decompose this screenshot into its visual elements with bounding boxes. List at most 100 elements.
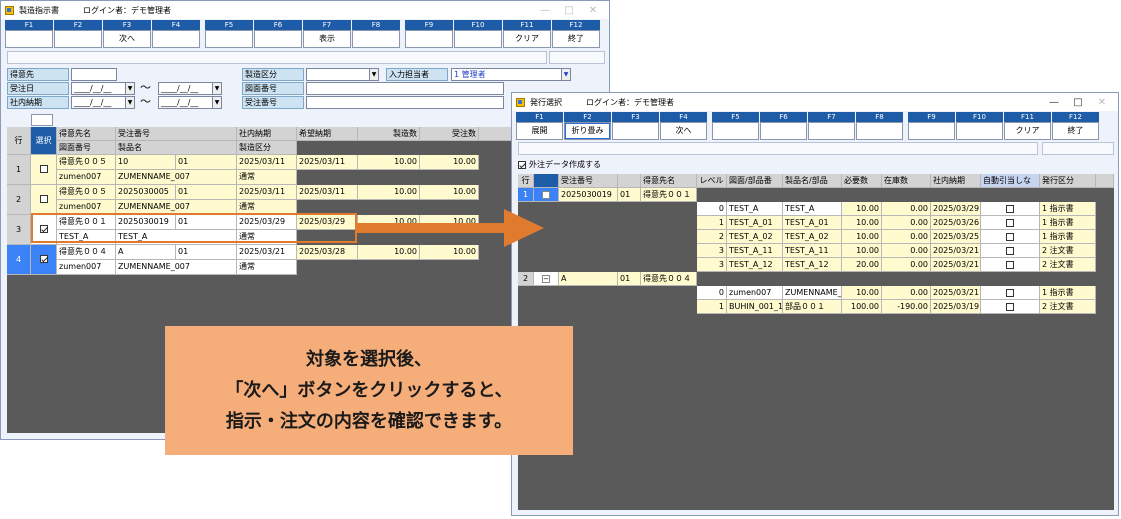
- order-number-input[interactable]: [306, 96, 504, 109]
- issue-type-cell[interactable]: 1 指示書: [1040, 286, 1096, 300]
- issue-type-cell[interactable]: 2 注文書: [1040, 300, 1096, 314]
- fkey-button-1[interactable]: 展開: [516, 122, 563, 140]
- close-icon[interactable]: ✕: [1090, 97, 1114, 108]
- fkey-button-2[interactable]: 折り畳み: [564, 122, 611, 140]
- fkey-4: F4: [152, 20, 200, 48]
- fkey-button-4[interactable]: [152, 30, 200, 48]
- dropdown-arrow-icon[interactable]: ▼: [369, 69, 378, 80]
- empty-cell: [1096, 202, 1114, 216]
- order-date-to[interactable]: ____/__/__ ▼: [158, 82, 222, 95]
- dropdown-arrow-icon[interactable]: ▼: [212, 83, 221, 94]
- auto-allocate-checkbox[interactable]: [1006, 246, 1014, 255]
- fkey-button-3[interactable]: [612, 122, 659, 140]
- fkey-button-8[interactable]: [352, 30, 400, 48]
- fkey-button-11[interactable]: クリア: [503, 30, 551, 48]
- auto-allocate-checkbox[interactable]: [1006, 260, 1014, 269]
- mfg-type-cell: 通常: [237, 260, 297, 275]
- fkey-button-5[interactable]: [712, 122, 759, 140]
- order-number-label: 受注番号: [242, 96, 304, 109]
- collapse-icon[interactable]: −: [542, 190, 550, 199]
- product-part-cell: TEST_A: [783, 202, 842, 216]
- deadline-from[interactable]: ____/__/__ ▼: [71, 96, 135, 109]
- desired-deadline-cell: 2025/03/28: [297, 245, 358, 260]
- header-product-name: 製品名: [116, 141, 237, 155]
- fkey-button-1[interactable]: [5, 30, 53, 48]
- product-part-cell: TEST_A_01: [783, 216, 842, 230]
- select-checkbox[interactable]: [39, 254, 48, 263]
- drawing-number-input[interactable]: [306, 82, 504, 95]
- dropdown-arrow-icon[interactable]: ▼: [212, 97, 221, 108]
- auto-allocate-checkbox[interactable]: [1006, 218, 1014, 227]
- fkey-button-8[interactable]: [856, 122, 903, 140]
- select-cell[interactable]: [31, 245, 57, 275]
- auto-allocate-cell[interactable]: [981, 286, 1040, 300]
- fkey-button-6[interactable]: [760, 122, 807, 140]
- fkey-label: F8: [856, 112, 903, 122]
- fkey-button-9[interactable]: [405, 30, 453, 48]
- mfg-qty-cell: 10.00: [358, 155, 420, 170]
- fkey-button-7[interactable]: 表示: [303, 30, 351, 48]
- header-product-part: 製品名/部品: [783, 174, 842, 188]
- select-checkbox[interactable]: [39, 194, 48, 203]
- auto-allocate-cell[interactable]: [981, 230, 1040, 244]
- function-key-bar: F1 展開 F2 折り畳み F3 F4 次へ F5 F6 F7 F8 F9 F10 F11 クリア F12 終了: [516, 112, 1114, 140]
- issue-type-cell[interactable]: 1 指示書: [1040, 216, 1096, 230]
- fkey-button-12[interactable]: 終了: [1052, 122, 1099, 140]
- dropdown-arrow-icon[interactable]: ▼: [125, 83, 134, 94]
- maximize-icon[interactable]: □: [1066, 97, 1090, 108]
- auto-allocate-cell[interactable]: [981, 244, 1040, 258]
- fkey-1: F1 展開: [516, 112, 563, 140]
- auto-allocate-cell[interactable]: [981, 216, 1040, 230]
- fkey-button-9[interactable]: [908, 122, 955, 140]
- fkey-button-6[interactable]: [254, 30, 302, 48]
- auto-allocate-checkbox[interactable]: [1006, 232, 1014, 241]
- header-drawing-part-no: 図面/部品番: [727, 174, 783, 188]
- issue-type-cell[interactable]: 1 指示書: [1040, 230, 1096, 244]
- order-date-from[interactable]: ____/__/__ ▼: [71, 82, 135, 95]
- auto-allocate-cell[interactable]: [981, 202, 1040, 216]
- fkey-button-12[interactable]: 終了: [552, 30, 600, 48]
- dropdown-arrow-icon[interactable]: ▼: [561, 69, 570, 80]
- fkey-label: F12: [1052, 112, 1099, 122]
- auto-allocate-cell[interactable]: [981, 300, 1040, 314]
- fkey-button-10[interactable]: [454, 30, 502, 48]
- internal-deadline-cell: 2025/03/11: [237, 185, 297, 200]
- fkey-button-4[interactable]: 次へ: [660, 122, 707, 140]
- product-part-cell: ZUMENNAME_00: [783, 286, 842, 300]
- auto-allocate-cell[interactable]: [981, 258, 1040, 272]
- branch-cell: 01: [176, 185, 237, 200]
- external-order-option[interactable]: 外注データ作成する: [518, 159, 601, 170]
- fkey-button-11[interactable]: クリア: [1004, 122, 1051, 140]
- dropdown-arrow-icon[interactable]: ▼: [125, 97, 134, 108]
- all-on-button[interactable]: [31, 114, 53, 126]
- input-staff-select[interactable]: 1 管理者 ▼: [451, 68, 571, 81]
- select-cell[interactable]: [31, 155, 57, 185]
- deadline-to[interactable]: ____/__/__ ▼: [158, 96, 222, 109]
- select-checkbox[interactable]: [39, 164, 48, 173]
- expand-cell[interactable]: −: [534, 188, 559, 202]
- header-row-no: 行: [7, 127, 31, 155]
- issue-type-cell[interactable]: 2 注文書: [1040, 258, 1096, 272]
- fkey-button-2[interactable]: [54, 30, 102, 48]
- issue-type-cell[interactable]: 2 注文書: [1040, 244, 1096, 258]
- collapse-icon[interactable]: −: [542, 274, 550, 283]
- fkey-button-3[interactable]: 次へ: [103, 30, 151, 48]
- auto-allocate-checkbox[interactable]: [1006, 302, 1014, 311]
- fkey-button-7[interactable]: [808, 122, 855, 140]
- fkey-button-5[interactable]: [205, 30, 253, 48]
- manufacturing-type-select[interactable]: ▼: [306, 68, 379, 81]
- external-order-checkbox[interactable]: [518, 160, 526, 169]
- fkey-label: F2: [54, 20, 102, 30]
- expand-cell[interactable]: −: [534, 272, 559, 286]
- fkey-group: F1 展開 F2 折り畳み F3 F4 次へ: [516, 112, 707, 140]
- issue-type-cell[interactable]: 1 指示書: [1040, 202, 1096, 216]
- minimize-icon[interactable]: —: [1042, 97, 1066, 108]
- fkey-button-10[interactable]: [956, 122, 1003, 140]
- select-cell[interactable]: [31, 185, 57, 215]
- empty-cell: [1096, 258, 1114, 272]
- required-qty-cell: 10.00: [842, 286, 882, 300]
- auto-allocate-checkbox[interactable]: [1006, 288, 1014, 297]
- fkey-label: F7: [303, 20, 351, 30]
- customer-input[interactable]: [71, 68, 117, 81]
- auto-allocate-checkbox[interactable]: [1006, 204, 1014, 213]
